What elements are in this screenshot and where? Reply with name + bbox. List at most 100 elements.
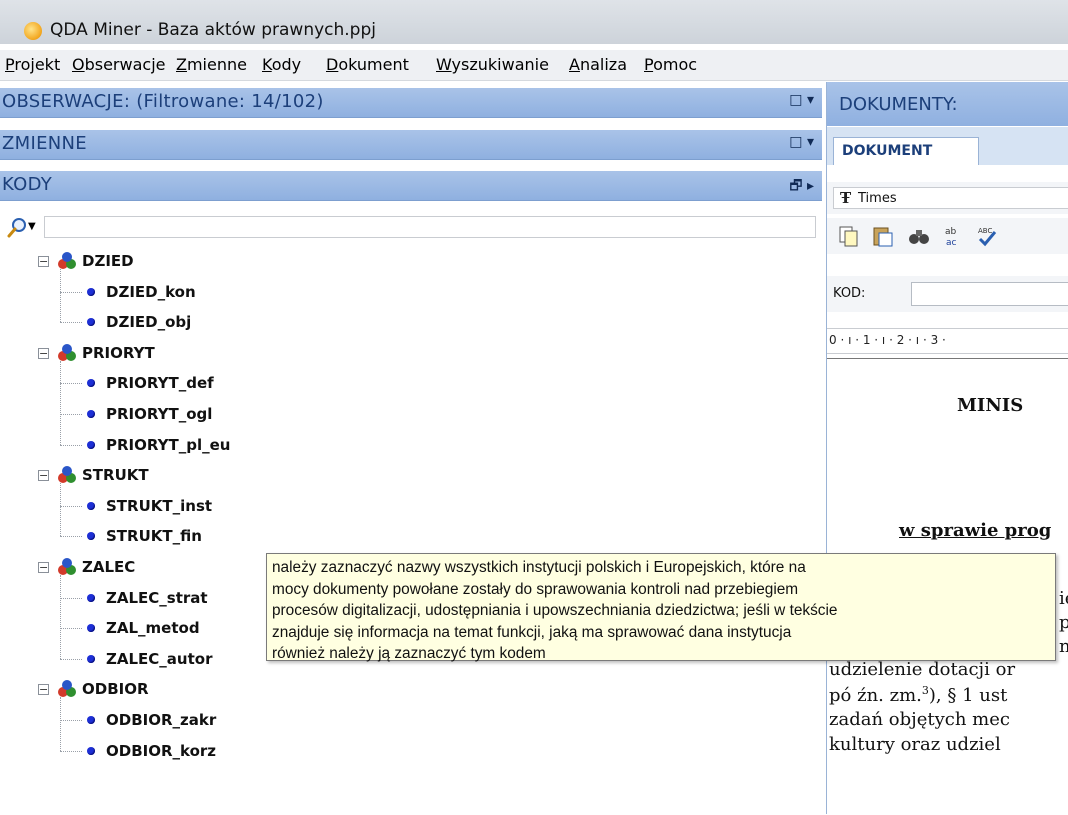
menu-zmienne[interactable]: Zmienne bbox=[176, 55, 247, 74]
menu-dokument[interactable]: Dokument bbox=[326, 55, 409, 74]
code-item-label: DZIED_kon bbox=[106, 282, 196, 301]
code-group-label: ZALEC bbox=[82, 558, 136, 576]
code-group-label: PRIORYT bbox=[82, 343, 155, 362]
search-icon[interactable] bbox=[6, 217, 28, 239]
code-search-input[interactable] bbox=[44, 216, 816, 238]
truetype-font-icon: Ŧ bbox=[840, 189, 852, 207]
window-title: QDA Miner - Baza aktów prawnych.ppj bbox=[50, 20, 376, 40]
doc-footnote-ref: 3 bbox=[921, 684, 929, 697]
tooltip-line: znajduje się informacja na temat funkcji… bbox=[272, 623, 792, 641]
code-item-label: PRIORYT_ogl bbox=[106, 405, 213, 423]
left-panel: OBSERWACJE: (Filtrowane: 14/102) □ ▾ ZMI… bbox=[0, 82, 822, 814]
code-description-tooltip: należy zaznaczyć nazwy wszystkich instyt… bbox=[266, 553, 1056, 662]
font-toolbar: Ŧ Times bbox=[827, 182, 1068, 214]
code-item-label: ODBIOR_zakr bbox=[106, 711, 217, 729]
code-dot-icon bbox=[87, 746, 95, 755]
kod-input[interactable] bbox=[911, 282, 1068, 306]
collapse-toggle-icon[interactable]: − bbox=[38, 256, 49, 267]
code-item-label: DZIED_obj bbox=[106, 313, 192, 332]
svg-text:ABC: ABC bbox=[978, 227, 992, 235]
code-group-icon bbox=[58, 466, 76, 484]
edit-toolbar: ab ac ABC bbox=[827, 218, 1068, 254]
tree-connector bbox=[60, 269, 61, 323]
menu-obserwacje[interactable]: Obserwacje bbox=[72, 55, 165, 74]
tree-connector bbox=[60, 597, 82, 599]
tree-connector bbox=[60, 291, 82, 293]
tree-connector bbox=[60, 720, 82, 721]
tree-connector bbox=[60, 628, 82, 630]
font-name: Times bbox=[858, 191, 897, 206]
replace-icon[interactable]: abac bbox=[941, 224, 965, 248]
observations-section-header[interactable]: OBSERWACJE: (Filtrowane: 14/102) □ ▾ bbox=[0, 88, 822, 118]
title-bar: QDA Miner - Baza aktów prawnych.ppj bbox=[0, 0, 1068, 44]
code-dot-icon bbox=[87, 654, 95, 663]
chevron-down-icon[interactable]: ▼ bbox=[28, 221, 36, 232]
find-binoculars-icon[interactable] bbox=[907, 224, 931, 248]
doc-text-line: w sprawie prog bbox=[899, 520, 1052, 541]
tree-connector bbox=[60, 322, 82, 324]
codes-menu-button[interactable]: 🗗 ▸ bbox=[789, 175, 814, 199]
menu-projekt[interactable]: Projekt bbox=[5, 55, 60, 74]
collapse-toggle-icon[interactable]: − bbox=[38, 470, 49, 482]
documents-header: DOKUMENTY: bbox=[827, 82, 1068, 126]
observations-menu-button[interactable]: □ ▾ bbox=[789, 92, 814, 108]
tab-dokument[interactable]: DOKUMENT bbox=[833, 137, 979, 165]
code-item-label: ZALEC_strat bbox=[106, 588, 208, 607]
font-select[interactable]: Ŧ Times bbox=[833, 187, 1068, 209]
svg-text:ac: ac bbox=[946, 238, 957, 248]
documents-panel: DOKUMENTY: DOKUMENT Ŧ Times ab ac ABC KOD… bbox=[826, 82, 1068, 815]
doc-text-line: MINIS bbox=[957, 395, 1024, 416]
tree-connector bbox=[60, 483, 61, 537]
tree-connector bbox=[60, 360, 61, 445]
kod-label: KOD: bbox=[833, 286, 866, 301]
code-item-label: ZAL_metod bbox=[106, 619, 200, 638]
tree-connector bbox=[60, 505, 82, 507]
observations-title: OBSERWACJE: (Filtrowane: 14/102) bbox=[2, 91, 324, 112]
tree-connector bbox=[60, 750, 82, 752]
doc-text-line: pó źn. zm.3), § 1 ust bbox=[829, 684, 1007, 706]
codes-tree: − DZIED DZIED_kon DZIED_obj − PRIORYT PRIORYT_… bbox=[0, 250, 822, 814]
code-item-label: PRIORYT_def bbox=[106, 374, 214, 393]
code-item-label: STRUKT_fin bbox=[106, 527, 202, 546]
doc-text-line: kultury oraz udziel bbox=[829, 734, 1001, 755]
code-item-label: STRUKT_inst bbox=[106, 496, 213, 515]
code-dot-icon bbox=[87, 624, 95, 633]
paste-icon[interactable] bbox=[871, 224, 895, 248]
code-dot-icon bbox=[87, 410, 95, 418]
code-item-label: ODBIOR_korz bbox=[106, 741, 217, 760]
variables-menu-button[interactable]: □ ▾ bbox=[789, 134, 814, 150]
menu-analiza[interactable]: Analiza bbox=[569, 55, 627, 74]
tab-dokument-label: DOKUMENT bbox=[842, 143, 933, 159]
variables-section-header[interactable]: ZMIENNE □ ▾ bbox=[0, 130, 822, 160]
documents-title: DOKUMENTY: bbox=[839, 94, 958, 115]
kod-row: KOD: bbox=[827, 276, 1068, 312]
collapse-toggle-icon[interactable]: − bbox=[38, 684, 49, 696]
doc-text-fragment: pó źn. zm. bbox=[829, 685, 922, 706]
code-search-row: ▼ bbox=[0, 213, 822, 243]
codes-section-header[interactable]: KODY 🗗 ▸ bbox=[0, 171, 822, 201]
doc-text-line: ie bbox=[1059, 588, 1068, 609]
copy-icon[interactable] bbox=[837, 224, 861, 248]
collapse-toggle-icon[interactable]: − bbox=[38, 347, 49, 359]
code-group-icon bbox=[58, 343, 76, 361]
variables-title: ZMIENNE bbox=[2, 133, 87, 154]
tree-connector bbox=[60, 383, 82, 385]
doc-text-line: n bbox=[1059, 636, 1068, 657]
menu-kody[interactable]: Kody bbox=[262, 55, 301, 74]
collapse-toggle-icon[interactable]: − bbox=[38, 562, 49, 573]
tree-connector bbox=[60, 444, 82, 446]
tree-connector bbox=[60, 414, 82, 415]
code-dot-icon bbox=[87, 379, 95, 388]
codes-title: KODY bbox=[2, 174, 53, 195]
spellcheck-icon[interactable]: ABC bbox=[975, 224, 999, 248]
menu-wyszukiwanie[interactable]: Wyszukiwanie bbox=[436, 55, 549, 74]
tree-connector bbox=[60, 658, 82, 660]
code-dot-icon bbox=[87, 532, 95, 541]
menu-pomoc[interactable]: Pomoc bbox=[644, 55, 697, 74]
code-item-label: PRIORYT_pl_eu bbox=[106, 435, 231, 454]
tree-connector bbox=[60, 575, 61, 659]
code-dot-icon bbox=[87, 318, 95, 327]
code-group-label: ODBIOR bbox=[82, 680, 149, 699]
tooltip-line: również należy ją zaznaczyć tym kodem bbox=[272, 645, 546, 662]
app-icon bbox=[24, 22, 42, 40]
